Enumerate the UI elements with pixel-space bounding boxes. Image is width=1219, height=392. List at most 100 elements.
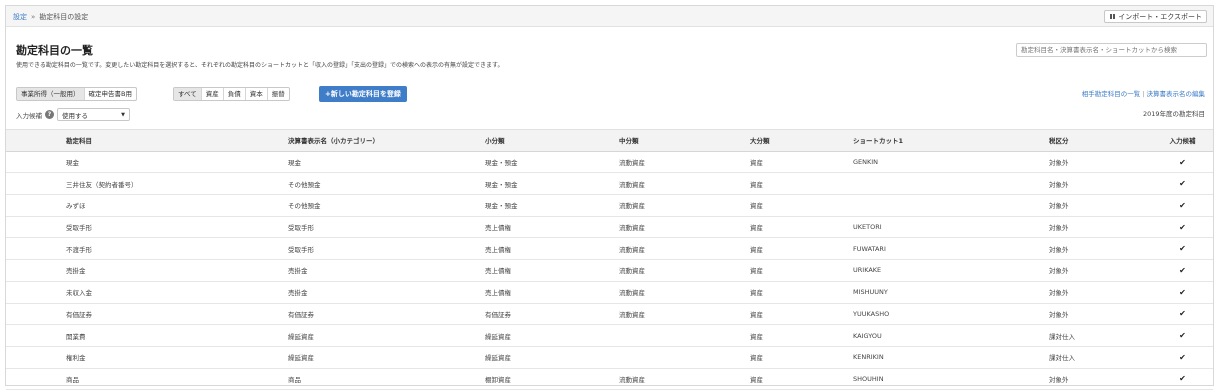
cell-tax: 対象外 (1049, 237, 1152, 261)
check-icon: ✔ (1152, 303, 1213, 326)
column-header-small-class[interactable]: 小分類 (485, 129, 619, 152)
filter-label: 入力候補 (16, 111, 42, 120)
cell-small-class: 現金・預金 (485, 194, 619, 217)
check-icon: ✔ (1152, 259, 1213, 282)
app-frame: 設定 » 勘定科目の設定 インポート・エクスポート 勘定科目の一覧 使用できる勘定科… (5, 5, 1214, 391)
cell-tax: 対象外 (1049, 368, 1152, 391)
cell-tax: 対象外 (1049, 216, 1152, 239)
table-row[interactable]: 現金 現金 現金・預金 流動資産 資産 GENKIN 対象外 ✔ (6, 151, 1213, 174)
cell-large-class: 資産 (750, 303, 853, 326)
breadcrumb-settings-link[interactable]: 設定 (13, 13, 27, 21)
cell-shortcut: GENKIN (853, 151, 1049, 174)
input-candidate-select[interactable]: 使用する ▼ (57, 108, 130, 121)
cell-middle-class: 流動資産 (619, 259, 750, 282)
table-row[interactable]: 開業費 繰延資産 繰延資産 資産 KAIGYOU 課対仕入 ✔ (6, 324, 1213, 347)
tab-tax-return-b[interactable]: 確定申告書B用 (85, 88, 136, 100)
cell-shortcut: FUWATARI (853, 237, 1049, 261)
tab-business-general[interactable]: 事業所得（一般用） (17, 88, 85, 100)
tab-all[interactable]: すべて (174, 88, 202, 100)
column-header-account[interactable]: 勘定科目 (6, 129, 288, 152)
cell-display-name: 繰延資産 (288, 324, 485, 347)
cell-middle-class: 流動資産 (619, 194, 750, 217)
cell-tax: 対象外 (1049, 151, 1152, 174)
tab-capital[interactable]: 資本 (246, 88, 268, 100)
cell-account: 三井住友（契約者番号） (6, 172, 288, 196)
cell-account: 受取手形 (6, 216, 288, 239)
cell-large-class: 資産 (750, 151, 853, 174)
cell-account: みずほ (6, 194, 288, 217)
edit-display-name-link[interactable]: 決算書表示名の編集 (1147, 90, 1206, 98)
column-header-large-class[interactable]: 大分類 (750, 129, 853, 152)
cell-display-name: その他預金 (288, 172, 485, 196)
business-type-tabs: 事業所得（一般用） 確定申告書B用 (16, 87, 137, 101)
cell-middle-class: 流動資産 (619, 172, 750, 196)
cell-shortcut: KAIGYOU (853, 324, 1049, 347)
tab-transfer[interactable]: 振替 (268, 88, 289, 100)
cell-middle-class: 流動資産 (619, 151, 750, 174)
category-tabs: すべて 資産 負債 資本 振替 (173, 87, 290, 101)
table-row[interactable]: 受取手形 受取手形 売上債権 流動資産 資産 UKETORI 対象外 ✔ (6, 216, 1213, 239)
tab-liabilities[interactable]: 負債 (224, 88, 246, 100)
cell-small-class: 売上債権 (485, 216, 619, 239)
check-icon: ✔ (1152, 172, 1213, 196)
cell-large-class: 資産 (750, 216, 853, 239)
cell-small-class: 繰延資産 (485, 346, 619, 369)
page-title: 勘定科目の一覧 (16, 44, 93, 57)
cell-small-class: 現金・預金 (485, 172, 619, 196)
column-header-middle-class[interactable]: 中分類 (619, 129, 750, 152)
cell-tax: 課対仕入 (1049, 324, 1152, 347)
column-header-shortcut[interactable]: ショートカット1 (853, 129, 1049, 152)
check-icon: ✔ (1152, 216, 1213, 239)
check-icon: ✔ (1152, 281, 1213, 304)
cell-shortcut: YUUKASHO (853, 303, 1049, 326)
cell-account: 不渡手形 (6, 237, 288, 261)
cell-middle-class: 流動資産 (619, 281, 750, 304)
cell-shortcut: UKETORI (853, 216, 1049, 239)
select-value: 使用する (62, 111, 88, 120)
new-account-button[interactable]: +新しい勘定科目を登録 (319, 86, 407, 102)
table-row[interactable]: 有価証券 有価証券 有価証券 流動資産 資産 YUUKASHO 対象外 ✔ (6, 303, 1213, 326)
help-icon[interactable]: ? (45, 110, 54, 119)
table-row[interactable]: 三井住友（契約者番号） その他預金 現金・預金 流動資産 資産 対象外 ✔ (6, 172, 1213, 196)
cell-tax: 対象外 (1049, 194, 1152, 217)
table-header-row: 勘定科目 決算書表示名（小カテゴリー） 小分類 中分類 大分類 ショートカット1… (6, 129, 1213, 152)
cell-shortcut (853, 172, 1049, 196)
cell-small-class: 棚卸資産 (485, 368, 619, 391)
cell-tax: 対象外 (1049, 259, 1152, 282)
column-header-input-candidate[interactable]: 入力候補 (1152, 129, 1213, 152)
search-input[interactable] (1016, 43, 1207, 57)
table-row[interactable]: 売掛金 売掛金 売上債権 流動資産 資産 URIKAKE 対象外 ✔ (6, 259, 1213, 282)
table-row[interactable]: 未収入金 売掛金 売上債権 流動資産 資産 MISHUUNY 対象外 ✔ (6, 281, 1213, 304)
cell-shortcut: KENRIKIN (853, 346, 1049, 369)
breadcrumb-current: 勘定科目の設定 (39, 13, 89, 21)
header-links: 相手勘定科目の一覧 | 決算書表示名の編集 (1082, 88, 1205, 98)
column-header-tax[interactable]: 税区分 (1049, 129, 1152, 152)
import-export-button[interactable]: インポート・エクスポート (1104, 10, 1207, 23)
cell-middle-class: 流動資産 (619, 368, 750, 391)
check-icon: ✔ (1152, 194, 1213, 217)
table-row[interactable]: 不渡手形 受取手形 売上債権 流動資産 資産 FUWATARI 対象外 ✔ (6, 237, 1213, 261)
cell-account: 商品 (6, 368, 288, 391)
cell-tax: 対象外 (1049, 303, 1152, 326)
cell-large-class: 資産 (750, 237, 853, 261)
check-icon: ✔ (1152, 324, 1213, 347)
cell-account: 現金 (6, 151, 288, 174)
table-row[interactable]: 権利金 繰延資産 繰延資産 資産 KENRIKIN 課対仕入 ✔ (6, 346, 1213, 369)
table-row[interactable]: 商品 商品 棚卸資産 流動資産 資産 SHOUHIN 対象外 ✔ (6, 368, 1213, 391)
table-row[interactable]: みずほ その他預金 現金・預金 流動資産 資産 対象外 ✔ (6, 194, 1213, 217)
cell-tax: 課対仕入 (1049, 346, 1152, 369)
link-separator: | (1142, 90, 1145, 98)
cell-display-name: 繰延資産 (288, 346, 485, 369)
tab-assets[interactable]: 資産 (202, 88, 224, 100)
column-header-display-name[interactable]: 決算書表示名（小カテゴリー） (288, 129, 485, 152)
cell-large-class: 資産 (750, 194, 853, 217)
cell-shortcut (853, 194, 1049, 217)
cell-display-name: 商品 (288, 368, 485, 391)
top-bar: 設定 » 勘定科目の設定 インポート・エクスポート (6, 6, 1213, 27)
cell-large-class: 資産 (750, 172, 853, 196)
cell-shortcut: MISHUUNY (853, 281, 1049, 304)
import-export-icon (1109, 13, 1116, 20)
counterpart-list-link[interactable]: 相手勘定科目の一覧 (1082, 90, 1141, 98)
accounts-table: 勘定科目 決算書表示名（小カテゴリー） 小分類 中分類 大分類 ショートカット1… (6, 129, 1213, 391)
cell-display-name: 受取手形 (288, 216, 485, 239)
